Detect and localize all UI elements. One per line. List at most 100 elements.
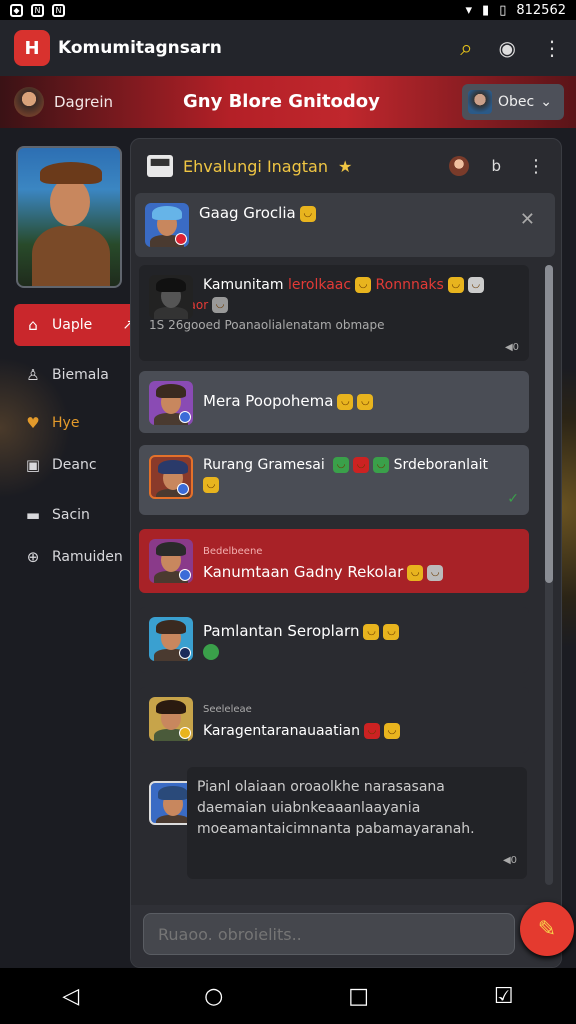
panel-avatar[interactable] [449, 156, 470, 176]
storage-icon: ▬ [25, 506, 41, 524]
check-icon: ✓ [507, 491, 519, 507]
smile-emoji-icon: ◡ [299, 205, 316, 222]
box-icon: ▣ [25, 456, 41, 474]
emoji-icon: ◡ [373, 457, 390, 473]
app-notification-icon-2: N [52, 3, 65, 17]
list-item-name: Kanumtaan Gadny Rekolar [203, 563, 404, 581]
app-notification-icon: N [31, 3, 44, 17]
app-logo[interactable]: H [14, 30, 50, 66]
sidebar-item-label: Ramuiden [52, 549, 123, 565]
avatar [149, 697, 193, 741]
system-nav-bar: ◁ ○ □ ☑ [0, 968, 576, 1024]
sidebar-item-hye[interactable]: ♥ Hye [14, 402, 140, 444]
signal-icon: ▮ [482, 2, 490, 18]
send-icon: ✎ [537, 916, 557, 942]
emoji-icon: ◡ [447, 277, 464, 293]
composer [131, 905, 561, 967]
sidebar-item-label: Uaple [52, 317, 93, 333]
app-bar: H Komumitagnsarn ⌕ ◉ ⋮ [0, 20, 576, 76]
list-item-name: Rurang Gramesai [203, 457, 325, 473]
sidebar-item-label: Sacin [52, 507, 90, 523]
list-item-name: Kamunitam [203, 277, 284, 293]
emoji-icon: ◡ [203, 477, 219, 493]
list-item-suffix: Srdeboranlait [393, 457, 489, 473]
sidebar-item-biemala[interactable]: ♙ Biemala [14, 354, 140, 396]
panel-header-text[interactable]: b [491, 157, 501, 175]
emoji-icon: ◡ [383, 623, 400, 640]
sunglasses-icon: ▀▀ [147, 155, 173, 177]
user-avatar[interactable] [14, 87, 44, 117]
heart-icon: ♥ [26, 414, 40, 432]
account-avatar [468, 90, 492, 114]
message-input[interactable] [143, 913, 515, 955]
checkbox-icon[interactable]: ☑ [494, 984, 514, 1009]
send-button[interactable]: ✎ [520, 902, 574, 956]
message-text: Pianl olaiaan oroaolkhe narasasana daema… [197, 779, 475, 837]
scrollbar-thumb[interactable] [545, 265, 553, 583]
wifi-icon: ▾ [465, 2, 473, 18]
clock: 812562 [516, 2, 566, 18]
avatar [149, 617, 193, 661]
banner-username: Dagrein [54, 93, 114, 111]
home-icon: ⌂ [28, 316, 38, 334]
hero-portrait[interactable] [16, 146, 122, 288]
panel-header: ▀▀ Ehvalungi Inagtan ★ b ⋮ [131, 139, 561, 193]
emoji-icon: ◡ [337, 393, 354, 410]
list-item[interactable]: Pamlantan Seroplarn ◡ ◡ [139, 607, 529, 673]
avatar [149, 381, 193, 425]
more-vert-icon[interactable]: ⋮ [527, 156, 545, 177]
battery-icon: ▯ [499, 2, 507, 18]
sidebar: ⌂ Uaple ↗ ♙ Biemala ♥ Hye ▣ Deanc ▬ Saci… [0, 128, 140, 968]
emoji-icon: ◡ [383, 722, 400, 739]
list-item-name: Mera Poopohema [203, 392, 334, 410]
home-nav-icon[interactable]: ○ [204, 984, 223, 1009]
sidebar-item-sacin[interactable]: ▬ Sacin [14, 494, 140, 536]
sidebar-item-ramuiden[interactable]: ⊕ Ramuiden [14, 536, 140, 578]
emoji-icon: ◡ [212, 297, 229, 313]
list-item[interactable]: Bedelbeene Kanumtaan Gadny Rekolar ◡ ◡ [139, 529, 529, 593]
sidebar-item-home[interactable]: ⌂ Uaple ↗ [14, 304, 140, 346]
scrollbar[interactable] [545, 265, 553, 885]
emoji-icon: ◡ [353, 457, 370, 473]
app-title: Komumitagnsarn [58, 38, 222, 58]
search-icon[interactable]: ⌕ [460, 36, 472, 61]
emoji-icon: ◡ [355, 277, 372, 293]
account-dropdown-button[interactable]: Obec ⌄ [462, 84, 564, 120]
star-icon: ★ [337, 156, 353, 176]
timestamp-icon: ◀0 [502, 855, 517, 866]
list-item-name: Pamlantan Seroplarn [203, 622, 360, 640]
list-item-tag: lerolkaac [287, 277, 352, 293]
list-item-tag-2: Ronnnaks [375, 277, 444, 293]
globe-icon: ⊕ [26, 548, 40, 566]
sidebar-item-label: Deanc [52, 457, 97, 473]
back-icon[interactable]: ◁ [62, 984, 79, 1009]
list-item[interactable]: Mera Poopohema ◡ ◡ [139, 371, 529, 433]
list-item[interactable]: Rurang Gramesai ◡ ◡ ◡ Srdeboranlait ◡ ✓ [139, 445, 529, 515]
close-icon[interactable]: ✕ [520, 209, 535, 230]
avatar [149, 455, 193, 499]
recents-icon[interactable]: □ [348, 984, 369, 1009]
list-item[interactable]: Kamunitam lerolkaac◡ Ronnnaks◡◡ Rorraoao… [139, 265, 529, 361]
emoji-icon: ◡ [407, 564, 424, 581]
sidebar-item-deanc[interactable]: ▣ Deanc [14, 444, 140, 486]
list-item[interactable]: Seeleleae Karagentaranauaatian ◡ ◡ [139, 687, 529, 753]
online-icon [203, 643, 219, 660]
banner-title: Gny Blore Gnitodoy [183, 91, 380, 112]
sidebar-item-label: Hye [52, 415, 80, 431]
account-dropdown-label: Obec [498, 94, 535, 110]
status-bar: ◆ N N ▾ ▮ ▯ 812562 [0, 0, 576, 20]
emoji-icon: ◡ [333, 457, 350, 473]
emoji-icon: ◡ [357, 393, 374, 410]
list-item[interactable]: Gaag Groclia ◡ ✕ [135, 193, 555, 257]
avatar [149, 539, 193, 583]
more-vert-icon[interactable]: ⋮ [542, 36, 562, 60]
list-item[interactable]: Pianl olaiaan oroaolkhe narasasana daema… [139, 767, 529, 881]
camera-icon[interactable]: ◉ [499, 36, 516, 60]
banner: Dagrein Gny Blore Gnitodoy Obec ⌄ [0, 76, 576, 128]
emoji-icon: ◡ [427, 564, 444, 581]
list-item-preview: 1S 26gooed Poanaolialenatam obmape [149, 318, 385, 332]
avatar [145, 203, 189, 247]
emoji-icon: ◡ [363, 722, 380, 739]
avatar [149, 275, 193, 319]
list-item-subtitle: Seeleleae [203, 704, 252, 715]
